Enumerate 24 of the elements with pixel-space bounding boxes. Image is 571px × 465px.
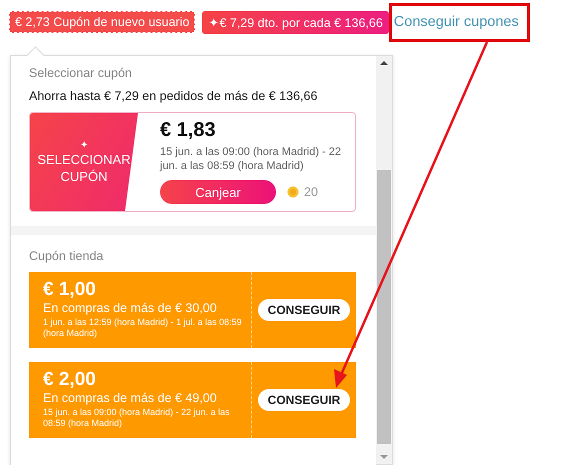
promo-tag[interactable]: € 2,73 Cupón de nuevo usuario [9, 11, 196, 33]
coupon-amount: € 2,00 [43, 369, 97, 391]
sparkle-icon: ✦ [80, 139, 88, 151]
redeem-button[interactable]: Canjear [160, 180, 276, 204]
coupon-condition: En compras de más de € 49,00 [43, 391, 218, 405]
coupon-condition: En compras de más de € 30,00 [43, 301, 218, 315]
scrollbar[interactable] [376, 56, 392, 464]
section-title: Cupón tienda [29, 249, 104, 263]
scroll-thumb[interactable] [377, 170, 391, 444]
savings-text: Ahorra hasta € 7,29 en pedidos de más de € 136,66 [29, 89, 318, 103]
coupon-amount: € 1,83 [160, 119, 217, 142]
coin-icon [287, 186, 299, 198]
get-coupon-button[interactable]: CONSEGUIR [258, 299, 350, 321]
select-coupon-panel[interactable]: ✦ SELECCIONAR CUPÓN [30, 113, 138, 211]
promo-tag[interactable]: ✦€ 7,29 dto. por cada € 136,66 [202, 10, 389, 34]
coin-count: 20 [304, 185, 318, 199]
coupon-dates: 1 jun. a las 12:59 (hora Madrid) - 1 jul. a las 08:59 (hora Madrid) [43, 317, 243, 339]
get-coupon-button[interactable]: CONSEGUIR [258, 389, 350, 411]
section-title: Seleccionar cupón [29, 66, 133, 80]
coupon-dates: 15 jun. a las 09:00 (hora Madrid) - 22 jun. a las 08:59 (hora Madrid) [43, 407, 231, 429]
coupon-dates: 15 jun. a las 09:00 (hora Madrid) - 22 jun. a las 08:59 (hora Madrid) [160, 145, 342, 173]
coupon-amount: € 1,00 [43, 279, 97, 301]
get-coupons-link[interactable]: Conseguir cupones [394, 14, 519, 30]
select-coupon-label: SELECCIONAR CUPÓN [37, 151, 131, 185]
